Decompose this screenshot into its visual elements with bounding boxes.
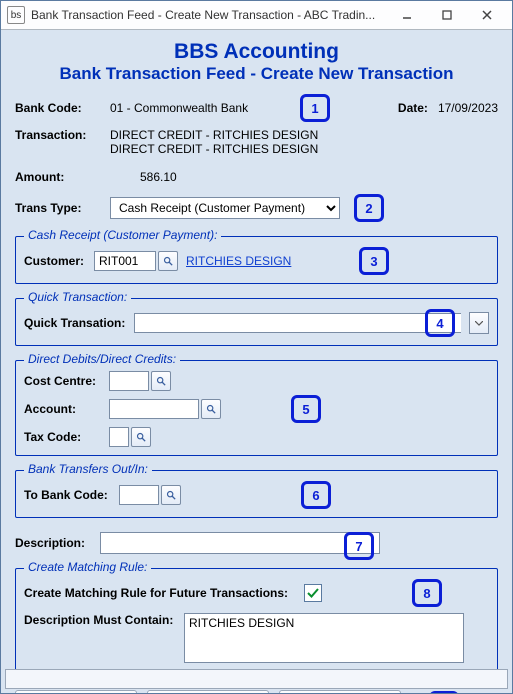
close-icon — [482, 10, 492, 20]
ok-button[interactable]: OK — [15, 690, 137, 694]
brand-subtitle: Bank Transaction Feed - Create New Trans… — [15, 64, 498, 84]
create-rule-checkbox[interactable] — [304, 584, 322, 602]
group-direct-debits-legend: Direct Debits/Direct Credits: — [24, 352, 180, 366]
close-button[interactable] — [468, 5, 506, 25]
callout-7: 7 — [344, 532, 374, 560]
to-bank-code-label: To Bank Code: — [24, 488, 119, 502]
group-matching-rule-legend: Create Matching Rule: — [24, 560, 151, 574]
cost-centre-label: Cost Centre: — [24, 374, 109, 388]
check-icon — [307, 587, 319, 599]
clear-match-button[interactable]: Clear Match — [147, 690, 269, 694]
cost-centre-lookup-button[interactable] — [151, 371, 171, 391]
minimize-button[interactable] — [388, 5, 426, 25]
tax-code-input[interactable] — [109, 427, 129, 447]
brand-title: BBS Accounting — [15, 40, 498, 63]
search-icon — [206, 404, 216, 414]
search-icon — [166, 490, 176, 500]
group-bank-transfers: Bank Transfers Out/In: To Bank Code: 6 — [15, 470, 498, 518]
brand-header: BBS Accounting Bank Transaction Feed - C… — [15, 40, 498, 84]
must-contain-textarea[interactable]: RITCHIES DESIGN — [184, 613, 464, 663]
bank-code-label: Bank Code: — [15, 101, 110, 115]
to-bank-code-lookup-button[interactable] — [161, 485, 181, 505]
group-quick-transaction-legend: Quick Transaction: — [24, 290, 131, 304]
transaction-line-1: DIRECT CREDIT - RITCHIES DESIGN — [110, 128, 318, 142]
trans-type-label: Trans Type: — [15, 201, 110, 215]
bank-code-value: 01 - Commonwealth Bank — [110, 101, 300, 115]
cost-centre-input[interactable] — [109, 371, 149, 391]
callout-1: 1 — [300, 94, 330, 122]
customer-name-link[interactable]: RITCHIES DESIGN — [186, 254, 291, 268]
group-bank-transfers-legend: Bank Transfers Out/In: — [24, 462, 152, 476]
tax-code-lookup-button[interactable] — [131, 427, 151, 447]
minimize-icon — [402, 10, 412, 20]
account-label: Account: — [24, 402, 109, 416]
group-cash-receipt: Cash Receipt (Customer Payment): Custome… — [15, 236, 498, 284]
search-icon — [136, 432, 146, 442]
date-value: 17/09/2023 — [438, 101, 498, 115]
maximize-icon — [442, 10, 452, 20]
trans-type-select[interactable]: Cash Receipt (Customer Payment) — [110, 197, 340, 219]
quick-transaction-dropdown-button[interactable] — [469, 312, 489, 334]
app-window: bs Bank Transaction Feed - Create New Tr… — [0, 0, 513, 694]
maximize-button[interactable] — [428, 5, 466, 25]
callout-2: 2 — [354, 194, 384, 222]
transaction-label: Transaction: — [15, 128, 110, 142]
tax-code-label: Tax Code: — [24, 430, 109, 444]
titlebar: bs Bank Transaction Feed - Create New Tr… — [1, 1, 512, 30]
callout-6: 6 — [301, 481, 331, 509]
status-bar — [5, 669, 508, 689]
to-bank-code-input[interactable] — [119, 485, 159, 505]
description-label: Description: — [15, 536, 100, 550]
group-matching-rule: Create Matching Rule: Create Matching Ru… — [15, 568, 498, 674]
group-cash-receipt-legend: Cash Receipt (Customer Payment): — [24, 228, 221, 242]
customer-label: Customer: — [24, 254, 94, 268]
create-rule-label: Create Matching Rule for Future Transact… — [24, 586, 304, 600]
amount-value: 586.10 — [110, 170, 177, 184]
app-icon: bs — [7, 6, 25, 24]
transaction-line-2: DIRECT CREDIT - RITCHIES DESIGN — [110, 142, 318, 156]
date-label: Date: — [398, 101, 428, 115]
callout-4: 4 — [425, 309, 455, 337]
account-lookup-button[interactable] — [201, 399, 221, 419]
window-title: Bank Transaction Feed - Create New Trans… — [31, 8, 386, 22]
quick-transaction-input[interactable] — [134, 313, 461, 333]
amount-label: Amount: — [15, 170, 110, 184]
customer-lookup-button[interactable] — [158, 251, 178, 271]
customer-code-input[interactable] — [94, 251, 156, 271]
transaction-value: DIRECT CREDIT - RITCHIES DESIGN DIRECT C… — [110, 128, 318, 156]
group-direct-debits: Direct Debits/Direct Credits: Cost Centr… — [15, 360, 498, 456]
search-icon — [163, 256, 173, 266]
account-input[interactable] — [109, 399, 199, 419]
callout-8: 8 — [412, 579, 442, 607]
chevron-down-icon — [475, 321, 483, 326]
callout-5: 5 — [291, 395, 321, 423]
must-contain-label: Description Must Contain: — [24, 613, 184, 627]
group-quick-transaction: Quick Transaction: Quick Transation: 4 — [15, 298, 498, 346]
description-input[interactable] — [100, 532, 380, 554]
search-icon — [156, 376, 166, 386]
cancel-button[interactable]: Cancel — [279, 690, 401, 694]
quick-transaction-label: Quick Transation: — [24, 316, 134, 330]
callout-3: 3 — [359, 247, 389, 275]
